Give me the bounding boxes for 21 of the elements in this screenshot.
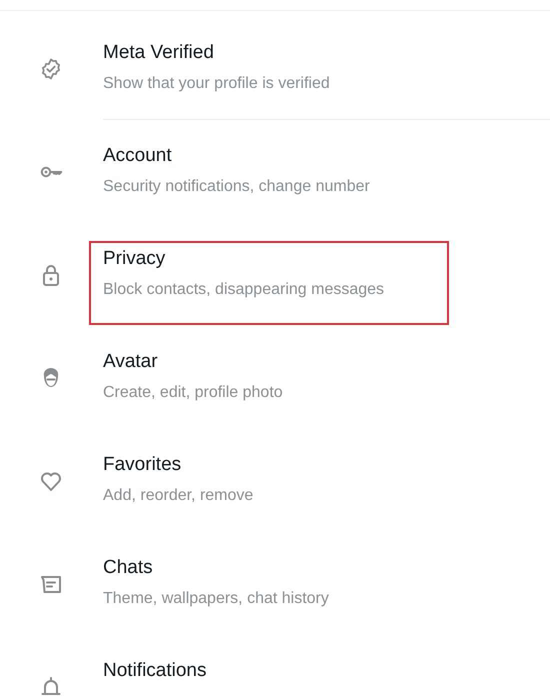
settings-item[interactable]: Account Security notifications, change number (0, 120, 550, 223)
item-title: Account (103, 144, 172, 168)
item-title: Meta Verified (103, 41, 214, 65)
item-title: Notifications (103, 659, 206, 683)
item-subtitle: Security notifications, change number (103, 177, 370, 197)
item-subtitle: Block contacts, disappearing messages (103, 280, 384, 300)
settings-item[interactable]: Privacy Block contacts, disappearing messages (0, 223, 550, 326)
settings-item[interactable]: Avatar Create, edit, profile photo (0, 326, 550, 429)
settings-item[interactable]: Favorites Add, reorder, remove (0, 429, 550, 532)
item-subtitle: Theme, wallpapers, chat history (103, 589, 329, 609)
item-subtitle: Show that your profile is verified (103, 74, 330, 94)
settings-item[interactable]: Meta Verified Show that your profile is verified (0, 17, 550, 120)
item-title: Favorites (103, 453, 182, 477)
badge-check-icon (39, 57, 63, 81)
settings-item[interactable]: Notifications (0, 635, 550, 699)
item-subtitle: Create, edit, profile photo (103, 383, 283, 403)
settings-item[interactable]: Chats Theme, wallpapers, chat history (0, 532, 550, 635)
item-title: Avatar (103, 350, 158, 374)
item-subtitle: Add, reorder, remove (103, 486, 254, 506)
item-title: Chats (103, 556, 153, 580)
item-title: Privacy (103, 247, 166, 271)
